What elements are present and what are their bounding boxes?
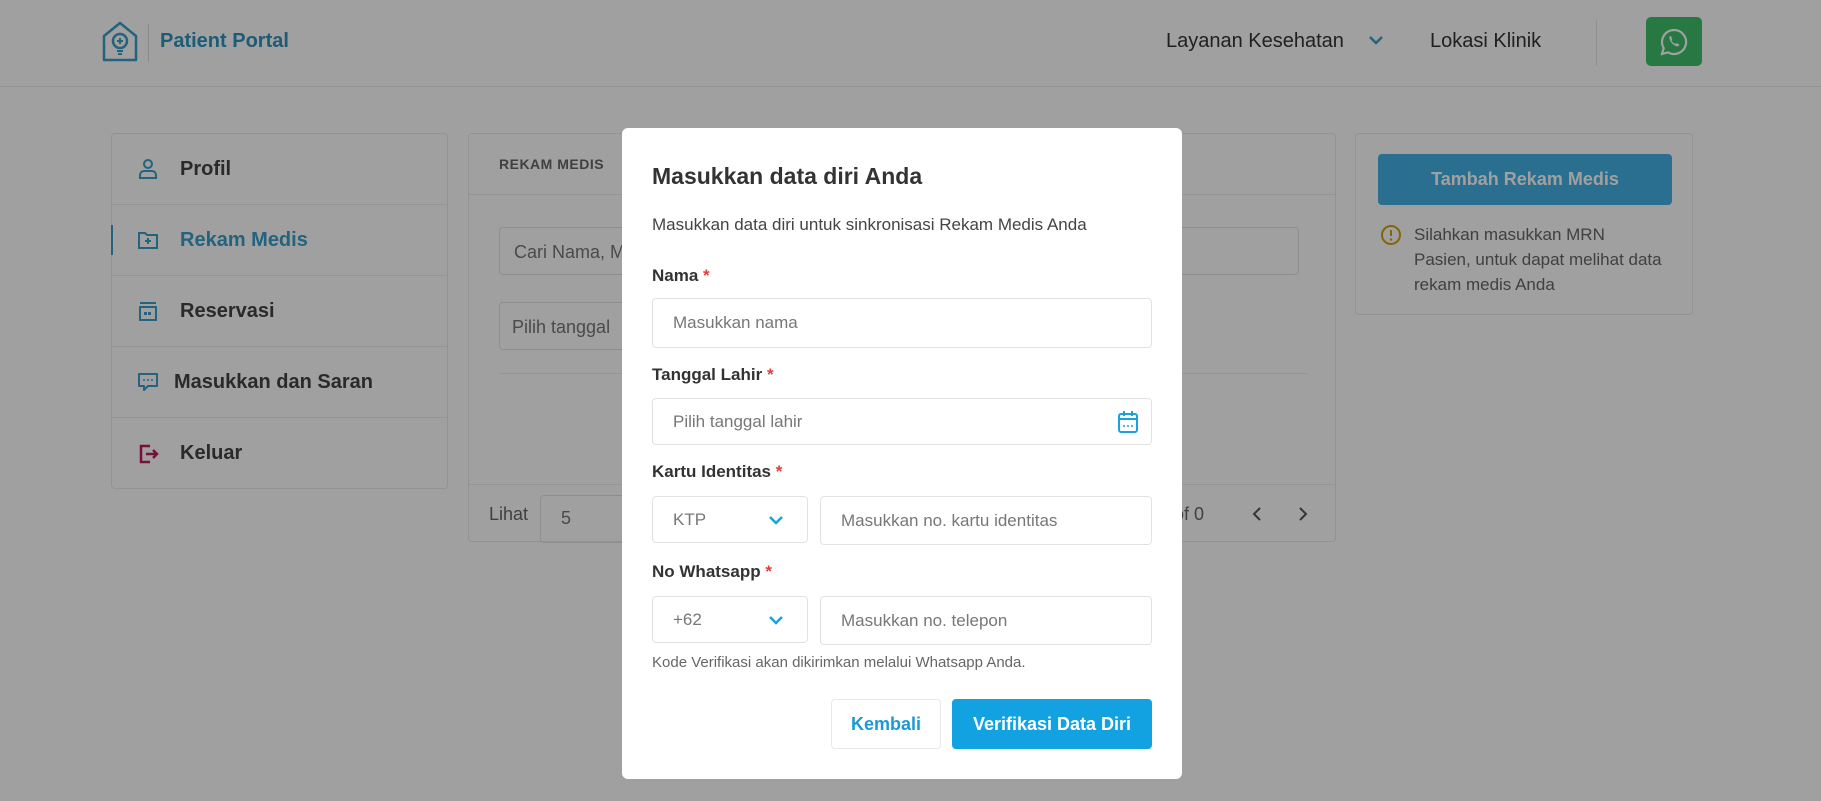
id-type-value: KTP [673, 509, 707, 529]
tanggal-lahir-label: Tanggal Lahir * [652, 365, 774, 384]
country-code-value: +62 [673, 609, 702, 629]
verification-hint: Kode Verifikasi akan dikirimkan melalui … [652, 654, 1026, 671]
tanggal-lahir-input[interactable]: Pilih tanggal lahir [652, 398, 1152, 445]
no-whatsapp-label: No Whatsapp * [652, 562, 772, 581]
chevron-down-icon [769, 615, 783, 625]
nama-label: Nama * [652, 266, 710, 285]
country-code-select[interactable]: +62 [652, 596, 808, 643]
kartu-identitas-label: Kartu Identitas * [652, 462, 783, 481]
verifikasi-data-diri-button[interactable]: Verifikasi Data Diri [952, 699, 1152, 749]
modal-title: Masukkan data diri Anda [652, 163, 923, 189]
chevron-down-icon [769, 515, 783, 525]
data-diri-modal: Masukkan data diri Anda Masukkan data di… [622, 128, 1182, 779]
tanggal-lahir-placeholder: Pilih tanggal lahir [673, 411, 803, 431]
kartu-identitas-type-select[interactable]: KTP [652, 496, 808, 543]
modal-subtitle: Masukkan data diri untuk sinkronisasi Re… [652, 215, 1087, 234]
kartu-identitas-input[interactable]: Masukkan no. kartu identitas [820, 496, 1152, 545]
calendar-icon[interactable] [1117, 410, 1139, 434]
whatsapp-number-input[interactable]: Masukkan no. telepon [820, 596, 1152, 645]
kembali-button[interactable]: Kembali [831, 699, 941, 749]
nama-input[interactable]: Masukkan nama [652, 298, 1152, 348]
